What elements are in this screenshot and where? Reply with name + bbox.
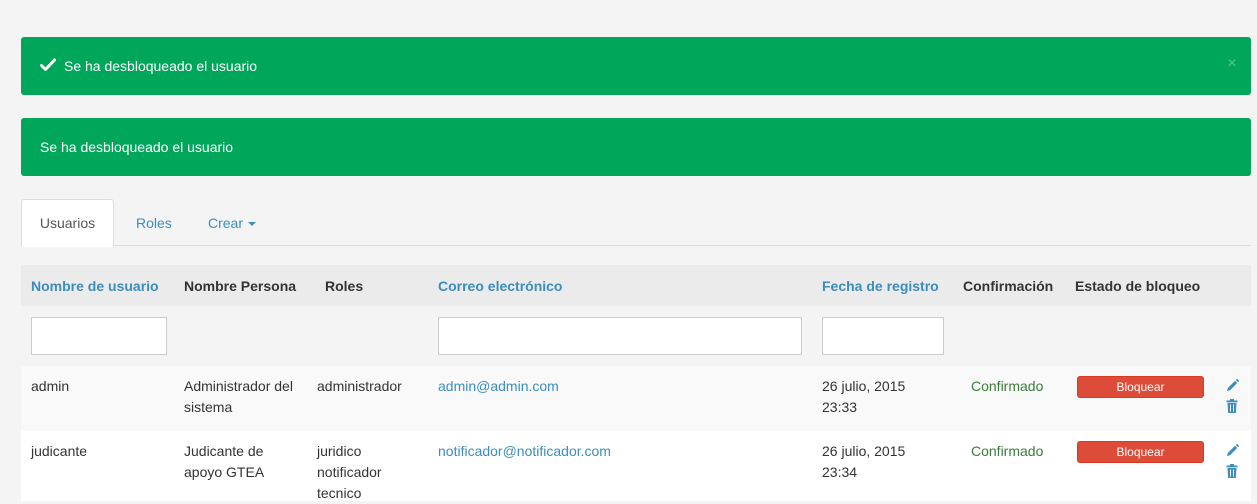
column-header-date[interactable]: Fecha de registro <box>822 265 939 306</box>
success-alert-dismissible: Se ha desbloqueado el usuario × <box>21 37 1251 95</box>
cell-role-line: juridico <box>317 443 362 459</box>
check-icon <box>40 58 56 72</box>
tab-roles[interactable]: Roles <box>136 199 172 246</box>
close-icon[interactable]: × <box>1225 56 1239 72</box>
tab-label: Crear <box>208 214 244 231</box>
column-header-roles: Roles <box>325 277 364 294</box>
cell-date-line: 23:33 <box>822 399 858 415</box>
cell-confirmation: Confirmado <box>971 378 1044 394</box>
trash-icon[interactable] <box>1224 463 1240 479</box>
cell-person-line: apoyo GTEA <box>184 464 265 480</box>
caret-down-icon <box>248 221 257 226</box>
tab-usuarios[interactable]: Usuarios <box>21 199 114 247</box>
cell-date: 26 julio, 2015 23:33 <box>822 376 905 418</box>
table-row: judicante Judicante de apoyo GTEA juridi… <box>21 431 1251 501</box>
cell-role-line: tecnico <box>317 485 362 501</box>
cell-person-line: Administrador del <box>184 378 293 394</box>
column-header-person: Nombre Persona <box>184 277 297 294</box>
cell-person: Judicante de apoyo GTEA <box>184 441 264 483</box>
date-filter-input[interactable] <box>822 317 944 355</box>
block-user-button[interactable]: Bloquear <box>1077 441 1204 463</box>
users-admin-page: Se ha desbloqueado el usuario × Se ha de… <box>0 0 1257 501</box>
cell-email-link[interactable]: admin@admin.com <box>438 376 559 397</box>
cell-person: Administrador del sistema <box>184 376 293 418</box>
cell-roles: administrador <box>317 376 402 397</box>
pencil-icon[interactable] <box>1224 443 1240 459</box>
email-filter-input[interactable] <box>438 317 802 355</box>
cell-person-line: sistema <box>184 399 233 415</box>
cell-date-line: 23:34 <box>822 464 858 480</box>
cell-roles: juridico notificador tecnico <box>317 441 382 504</box>
cell-date-line: 26 julio, 2015 <box>822 443 906 459</box>
column-header-username[interactable]: Nombre de usuario <box>31 265 159 306</box>
column-header-block-state: Estado de bloqueo <box>1075 277 1201 294</box>
trash-icon[interactable] <box>1224 398 1240 414</box>
cell-username: judicante <box>31 443 88 459</box>
cell-username: admin <box>31 378 70 394</box>
pencil-icon[interactable] <box>1224 378 1240 394</box>
tab-bar: Usuarios Roles Crear <box>21 199 1251 247</box>
cell-date: 26 julio, 2015 23:34 <box>822 441 905 483</box>
tab-label: Roles <box>136 214 172 231</box>
username-filter-input[interactable] <box>31 317 167 355</box>
tab-crear-dropdown[interactable]: Crear <box>208 199 257 246</box>
table-row: admin Administrador del sistema administ… <box>21 366 1251 431</box>
success-alert: Se ha desbloqueado el usuario <box>21 118 1251 176</box>
column-header-email[interactable]: Correo electrónico <box>438 265 562 306</box>
cell-confirmation: Confirmado <box>971 443 1044 459</box>
cell-person-line: Judicante de <box>184 443 264 459</box>
cell-role-line: notificador <box>317 464 382 480</box>
cell-role-line: administrador <box>317 378 402 394</box>
tab-label: Usuarios <box>39 215 96 231</box>
cell-date-line: 26 julio, 2015 <box>822 378 906 394</box>
cell-email-link[interactable]: notificador@notificador.com <box>438 441 611 462</box>
column-header-confirmation: Confirmación <box>963 277 1054 294</box>
filter-row <box>21 306 1251 366</box>
alert-message: Se ha desbloqueado el usuario <box>40 139 234 155</box>
block-user-button[interactable]: Bloquear <box>1077 376 1204 398</box>
alert-message: Se ha desbloqueado el usuario <box>64 58 258 74</box>
table-header: Nombre de usuario Nombre Persona Roles C… <box>21 265 1251 306</box>
